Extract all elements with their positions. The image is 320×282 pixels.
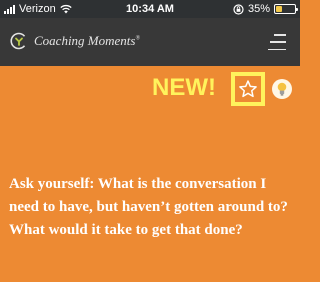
new-badge: NEW! [152,74,216,101]
lightbulb-icon [277,82,287,96]
brand-name: Coaching Moments® [34,33,141,48]
star-icon [239,80,257,98]
reflection-prompt: Ask yourself: What is the conversation I… [9,176,288,238]
status-bar: Verizon 10:34 AM 35% [0,0,300,18]
app-header: Coaching Moments® [0,18,300,66]
status-left: Verizon [4,3,72,15]
tip-button[interactable] [272,79,292,99]
menu-icon [274,34,286,36]
menu-button[interactable] [268,34,286,50]
wifi-icon [60,4,72,14]
rotation-lock-icon [233,3,244,15]
brand-logo[interactable]: Coaching Moments® [9,31,140,51]
battery-icon [274,4,298,14]
favorite-button[interactable] [231,72,265,106]
status-right: 35% [233,3,298,15]
battery-percent: 35% [247,3,270,15]
signal-icon [4,4,15,14]
main-content: NEW! Ask yourself: What is the conversat… [0,66,300,282]
logo-icon [10,32,26,50]
carrier-name: Verizon [19,3,56,15]
